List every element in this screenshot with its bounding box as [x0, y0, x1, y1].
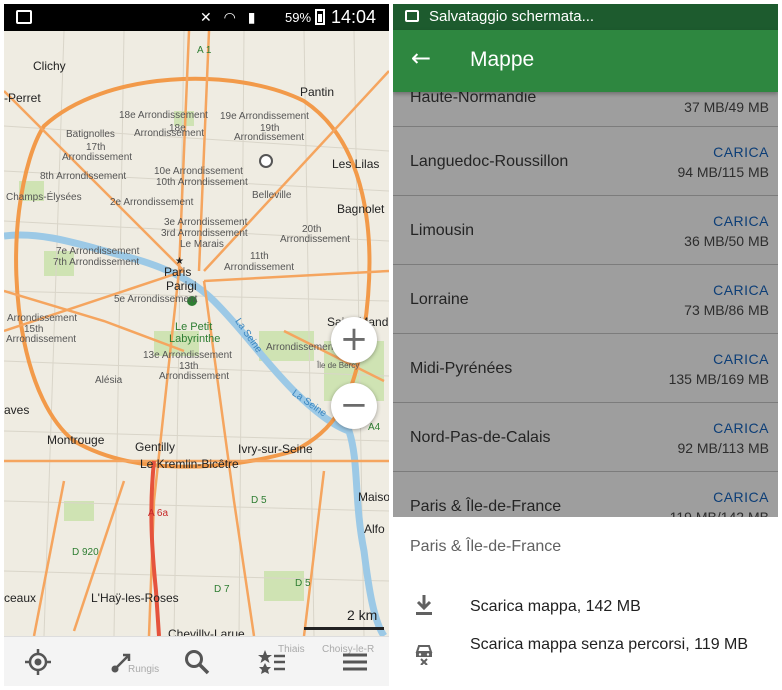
district-label: Arrondissement [266, 342, 337, 353]
road-label: A4 [368, 422, 381, 433]
screenshot-icon [405, 10, 419, 22]
district-label: 18e Arrondissement [119, 110, 208, 121]
road-label: D 5 [295, 578, 311, 589]
district-label: Arrondissement [7, 313, 78, 324]
place-label: Batignolles [66, 129, 115, 140]
status-bar: Salvataggio schermata... [393, 4, 778, 30]
road-label: D 920 [72, 547, 99, 558]
place-label: Gentilly [135, 440, 176, 454]
district-label: 8th Arrondissement [40, 171, 127, 182]
park-label: Le Petit [175, 321, 213, 333]
road-label: A 6a [148, 508, 169, 519]
place-label: Le Marais [180, 239, 224, 250]
place-label: Clichy [33, 59, 66, 73]
back-arrow-icon[interactable]: ← [411, 44, 431, 72]
district-label: 3e Arrondissement [164, 217, 248, 228]
my-location-icon[interactable] [23, 647, 53, 677]
menu-icon[interactable] [340, 647, 370, 677]
download-icon [416, 595, 432, 615]
zoom-in-button[interactable]: + [331, 317, 377, 363]
district-label: 3rd Arrondissement [161, 228, 248, 239]
map-view[interactable]: ★ Clichy -Perret Pantin A 1 18e Arrondis… [4, 31, 389, 640]
place-label: -Perret [4, 91, 41, 105]
place-label: Les Lilas [332, 157, 380, 171]
district-label: 10e Arrondissement [154, 166, 243, 177]
place-label: Pantin [300, 85, 335, 99]
road-label: A 1 [197, 45, 212, 56]
park-label: Labyrinthe [169, 333, 221, 345]
district-label: Arrondissement [224, 262, 295, 273]
district-label: 7e Arrondissement [56, 246, 140, 257]
place-label: Paris [164, 265, 192, 279]
battery-icon [315, 9, 325, 25]
district-label: Arrondissement [234, 132, 305, 143]
place-label: Maiso [358, 490, 389, 504]
notification-text: Salvataggio schermata... [429, 8, 595, 25]
district-label: 10th Arrondissement [156, 177, 248, 188]
battery-percentage: 59% [285, 10, 312, 25]
place-label: Le Kremlin-Bicêtre [140, 457, 239, 471]
no-car-icon [415, 645, 433, 665]
bookmarks-icon[interactable] [257, 647, 287, 677]
district-label: 2e Arrondissement [110, 197, 194, 208]
download-map-no-routes-option[interactable]: Scarica mappa senza percorsi, 119 MB [393, 633, 778, 683]
road-label: D 7 [214, 584, 230, 595]
bottom-sheet: Paris & Île-de-France Scarica mappa, 142… [393, 517, 778, 686]
district-label: 5e Arrondissement [114, 294, 198, 305]
road-label: D 5 [251, 495, 267, 506]
district-label: Arrondissement [62, 152, 133, 163]
clock: 14:04 [331, 7, 377, 27]
place-label: Alfo [364, 522, 385, 536]
district-label: Arrondissement [280, 234, 351, 245]
place-label: Bagnolet [337, 202, 385, 216]
download-map-option[interactable]: Scarica mappa, 142 MB [393, 587, 778, 627]
place-label: Île de Bercy [317, 361, 360, 370]
place-label: Belleville [252, 190, 292, 201]
option-label: Scarica mappa senza percorsi, 119 MB [470, 636, 749, 653]
place-label: Montrouge [47, 433, 105, 447]
place-label: L'Haÿ-les-Roses [91, 591, 179, 605]
district-label: 13e Arrondissement [143, 350, 232, 361]
district-label: Arrondissement [6, 334, 77, 345]
place-label: Parigi [166, 279, 197, 293]
place-label: aves [4, 403, 30, 417]
zoom-out-button[interactable]: − [331, 383, 377, 429]
app-bar: ← Mappe [393, 30, 778, 92]
place-label: Alésia [95, 375, 123, 386]
screenshot-icon [16, 10, 32, 24]
district-label: 11th [250, 251, 269, 262]
page-title: Mappe [470, 48, 535, 71]
district-label: 7th Arrondissement [53, 257, 140, 268]
district-label: Arrondissement [159, 371, 230, 382]
bottom-toolbar: Thiais Choisy-le-R Rungis [4, 636, 389, 686]
map-scale-bar [304, 627, 384, 630]
district-label: 19e Arrondissement [220, 111, 309, 122]
search-icon[interactable] [182, 647, 212, 677]
dim-overlay[interactable] [393, 92, 778, 517]
place-label: Champs-Élysées [6, 192, 82, 203]
place-label: Ivry-sur-Seine [238, 442, 313, 456]
route-icon[interactable] [107, 647, 137, 677]
signal-icons: ✕ ◠ ▮ [200, 9, 260, 25]
status-bar: ✕ ◠ ▮ 59% 14:04 [4, 4, 389, 31]
place-label: ceaux [4, 591, 37, 605]
district-label: Arrondissement [134, 128, 205, 139]
map-screen: ✕ ◠ ▮ 59% 14:04 ★ Clichy -Perret Pantin … [4, 4, 389, 686]
option-label: Scarica mappa, 142 MB [470, 598, 641, 615]
maps-download-screen: Salvataggio schermata... ← Mappe Haute-N… [393, 4, 778, 686]
map-scale-label: 2 km [347, 607, 378, 623]
sheet-title: Paris & Île-de-France [410, 538, 562, 555]
